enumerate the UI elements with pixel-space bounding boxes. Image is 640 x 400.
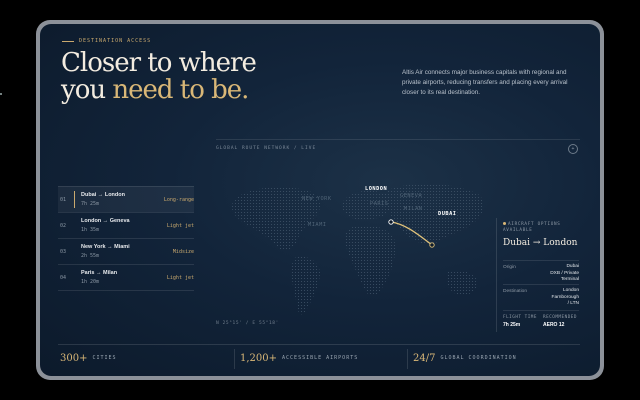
route-item-paris-milan[interactable]: 04 Paris → Milan 1h 20m Light jet: [58, 264, 194, 291]
stray-dot: [0, 93, 2, 95]
recommended-value: AERO 12: [543, 322, 565, 328]
origin-airport: DXB / Private: [550, 270, 579, 276]
stat-value: 24/7: [413, 353, 435, 364]
continent-south-america: [291, 256, 320, 315]
panel-header-text: AIRCRAFT OPTIONS AVAILABLE: [503, 222, 561, 233]
route-item-dubai-london[interactable]: 01 Dubai → London 7h 25m Long-range: [58, 186, 194, 212]
marker-london: [388, 219, 394, 225]
map-title: GLOBAL ROUTE NETWORK / LIVE: [216, 146, 317, 151]
headline-line-1: Closer to where: [61, 48, 257, 78]
stat-divider: [407, 349, 408, 369]
stat-suffix: +: [268, 352, 278, 364]
city-label-milan: MILAN: [404, 206, 423, 212]
eyebrow-dash: [62, 40, 74, 42]
route-name: New York → Miami: [81, 244, 130, 250]
stat-divider: [234, 349, 235, 369]
flight-time-value: 7h 25m: [503, 322, 521, 328]
destination-city: London: [562, 288, 579, 293]
route-time: 1h 35m: [81, 227, 100, 233]
section-eyebrow: DESTINATION ACCESS: [62, 38, 151, 44]
route-number: 02: [60, 223, 67, 229]
intro-paragraph: Altis Air connects major business capita…: [402, 69, 568, 96]
route-detail-panel: AIRCRAFT OPTIONS AVAILABLE Dubai → Londo…: [496, 218, 581, 332]
origin-terminal: Terminal: [560, 277, 579, 282]
origin-row: Origin Dubai DXB / Private Terminal: [503, 260, 579, 285]
stat-value: 1,200+: [240, 353, 277, 364]
route-time: 1h 20m: [81, 279, 100, 285]
stat-label: GLOBAL COORDINATION: [440, 355, 517, 361]
headline-line-2: you need to be.: [61, 77, 256, 104]
active-indicator: [74, 191, 75, 208]
route-list: 01 Dubai → London 7h 25m Long-range 02 L…: [58, 186, 194, 291]
city-label-london: LONDON: [365, 186, 388, 192]
status-dot-icon: [503, 222, 506, 225]
headline: Closer to where you need to be.: [61, 48, 257, 104]
stat-number: 300: [60, 352, 80, 364]
route-type: Midsize: [172, 249, 194, 255]
continent-australia: [446, 270, 478, 296]
map-expand-icon[interactable]: +: [568, 144, 578, 154]
destination-code: / LTN: [567, 301, 579, 306]
city-label-dubai: DUBAI: [438, 211, 457, 217]
route-number: 01: [60, 197, 67, 203]
destination-value: London Farnborough / LTN: [552, 288, 579, 308]
route-name: Dubai → London: [81, 192, 125, 198]
recommended-label: RECOMMENDED: [543, 315, 577, 320]
stat-value: 300+: [60, 353, 87, 364]
route-item-london-geneva[interactable]: 02 London → Geneva 1h 35m Light jet: [58, 212, 194, 238]
destination-airport: Farnborough: [551, 294, 579, 300]
origin-city: Dubai: [566, 264, 579, 269]
route-type: Long-range: [163, 197, 194, 203]
route-item-newyork-miami[interactable]: 03 New York → Miami 2h 55m Midsize: [58, 238, 194, 264]
route-number: 04: [60, 275, 67, 281]
city-label-miami: MIAMI: [308, 222, 327, 228]
marker-dubai: [429, 242, 435, 248]
panel-title: Dubai → London: [503, 238, 578, 248]
route-time: 2h 55m: [81, 253, 100, 259]
stat-cities: 300+ CITIES: [60, 345, 117, 371]
headline-plain: you: [61, 75, 113, 105]
flight-time-label: FLIGHT TIME: [503, 315, 537, 320]
route-type: Light jet: [166, 275, 194, 281]
origin-label: Origin: [503, 265, 516, 270]
stat-number: 24/7: [413, 352, 436, 364]
stats-bar: 300+ CITIES 1,200+ ACCESSIBLE AIRPORTS 2…: [58, 344, 580, 371]
destination-label: Destination: [503, 289, 527, 294]
stat-label: CITIES: [92, 355, 117, 361]
route-time: 7h 25m: [81, 201, 100, 207]
stat-airports: 1,200+ ACCESSIBLE AIRPORTS: [240, 345, 358, 371]
stat-label: ACCESSIBLE AIRPORTS: [282, 355, 359, 361]
destination-screen: DESTINATION ACCESS Closer to where you n…: [40, 24, 600, 376]
destination-row: Destination London Farnborough / LTN: [503, 284, 579, 311]
city-label-geneva: GENEVA: [400, 193, 423, 199]
stat-coordination: 24/7 GLOBAL COORDINATION: [413, 345, 517, 371]
route-type: Light jet: [166, 223, 194, 229]
panel-header: AIRCRAFT OPTIONS AVAILABLE: [503, 222, 567, 234]
continent-africa: [344, 225, 396, 296]
route-number: 03: [60, 249, 67, 255]
map-coordinates: N 25°15' / E 55°18': [216, 321, 279, 326]
city-label-paris: PARIS: [370, 201, 389, 207]
route-name: London → Geneva: [81, 218, 130, 224]
route-name: Paris → Milan: [81, 270, 118, 276]
city-label-new-york: NEW YORK: [302, 196, 332, 202]
stat-suffix: +: [79, 352, 88, 364]
world-map: [231, 183, 484, 315]
eyebrow-text: DESTINATION ACCESS: [79, 38, 152, 44]
headline-accent: need to be.: [112, 75, 249, 105]
stat-number: 1,200: [240, 352, 269, 364]
origin-value: Dubai DXB / Private Terminal: [550, 264, 579, 284]
flight-info-row: FLIGHT TIME 7h 25m RECOMMENDED AERO 12: [503, 310, 579, 328]
